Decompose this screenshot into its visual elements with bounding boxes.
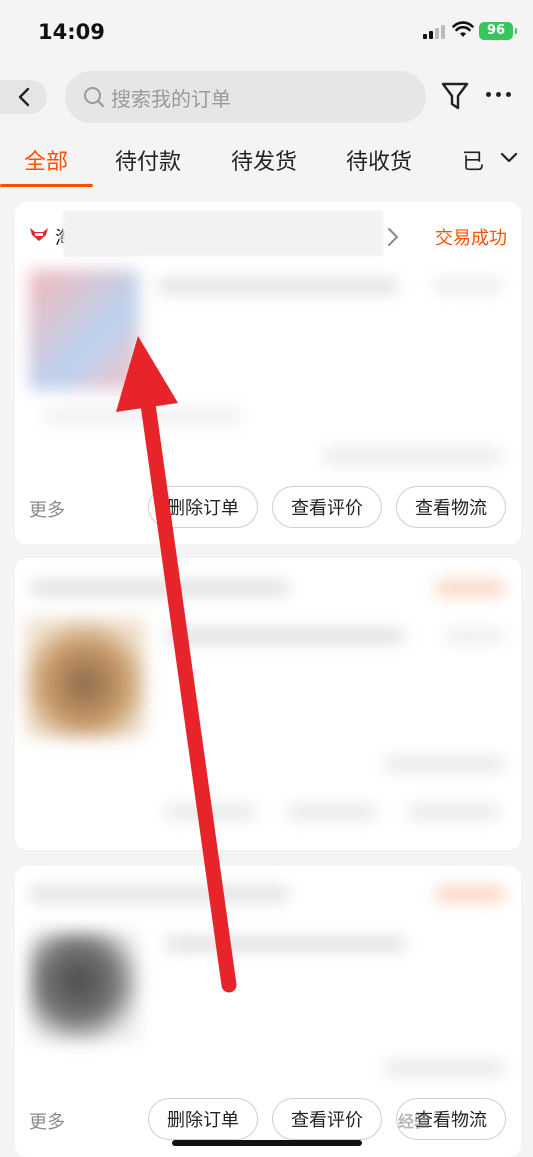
tmall-logo-icon [30, 228, 48, 241]
tab-pending-shipment[interactable]: 待发货 [231, 144, 297, 176]
view-review-button[interactable]: 查看评价 [272, 486, 382, 528]
status-time: 14:09 [38, 20, 105, 44]
back-button[interactable] [0, 80, 47, 114]
more-dot-icon [486, 92, 491, 97]
more-dot-icon [496, 92, 501, 97]
order-tabs: 全部 待付款 待发货 待收货 已 [0, 136, 533, 188]
active-tab-indicator [0, 184, 93, 187]
status-bar: 14:09 96 [0, 0, 533, 62]
order-content-blurred [15, 866, 521, 1096]
search-icon [84, 87, 105, 108]
tab-pending-receipt[interactable]: 待收货 [346, 144, 412, 176]
tab-pending-payment[interactable]: 待付款 [115, 144, 181, 176]
chevron-down-icon[interactable] [500, 152, 518, 164]
search-placeholder: 搜索我的订单 [111, 86, 231, 111]
order-card[interactable] [15, 558, 521, 850]
battery-icon: 96 [479, 22, 517, 40]
search-input[interactable]: 搜索我的订单 [65, 71, 426, 123]
more-link[interactable]: 更多 [29, 496, 65, 522]
filter-icon [441, 82, 469, 110]
order-content-blurred [15, 558, 521, 850]
more-options-button[interactable] [486, 92, 511, 97]
order-status: 交易成功 [435, 228, 507, 249]
cellular-signal-icon [423, 25, 447, 39]
more-dot-icon [506, 92, 511, 97]
chevron-left-icon [18, 87, 29, 107]
watermark: 经验 [398, 1112, 431, 1131]
order-card[interactable]: 淘 交易成功 更多 删除订单 查看评价 查看物流 [15, 202, 521, 544]
delete-order-button[interactable]: 删除订单 [148, 1098, 258, 1140]
view-logistics-button[interactable]: 查看物流 [396, 486, 506, 528]
delete-order-button[interactable]: 删除订单 [148, 486, 258, 528]
order-card[interactable]: 更多 删除订单 查看评价 查看物流 [15, 866, 521, 1157]
view-review-button[interactable]: 查看评价 [272, 1098, 382, 1140]
wifi-icon [452, 21, 474, 37]
shop-name-redaction [63, 210, 383, 256]
more-link[interactable]: 更多 [29, 1108, 65, 1134]
filter-button[interactable] [440, 80, 470, 116]
chevron-right-icon[interactable] [387, 227, 399, 247]
home-indicator [172, 1140, 362, 1146]
tab-all[interactable]: 全部 [24, 144, 68, 176]
tab-completed[interactable]: 已 [462, 144, 484, 176]
product-info-blurred[interactable] [23, 260, 507, 474]
